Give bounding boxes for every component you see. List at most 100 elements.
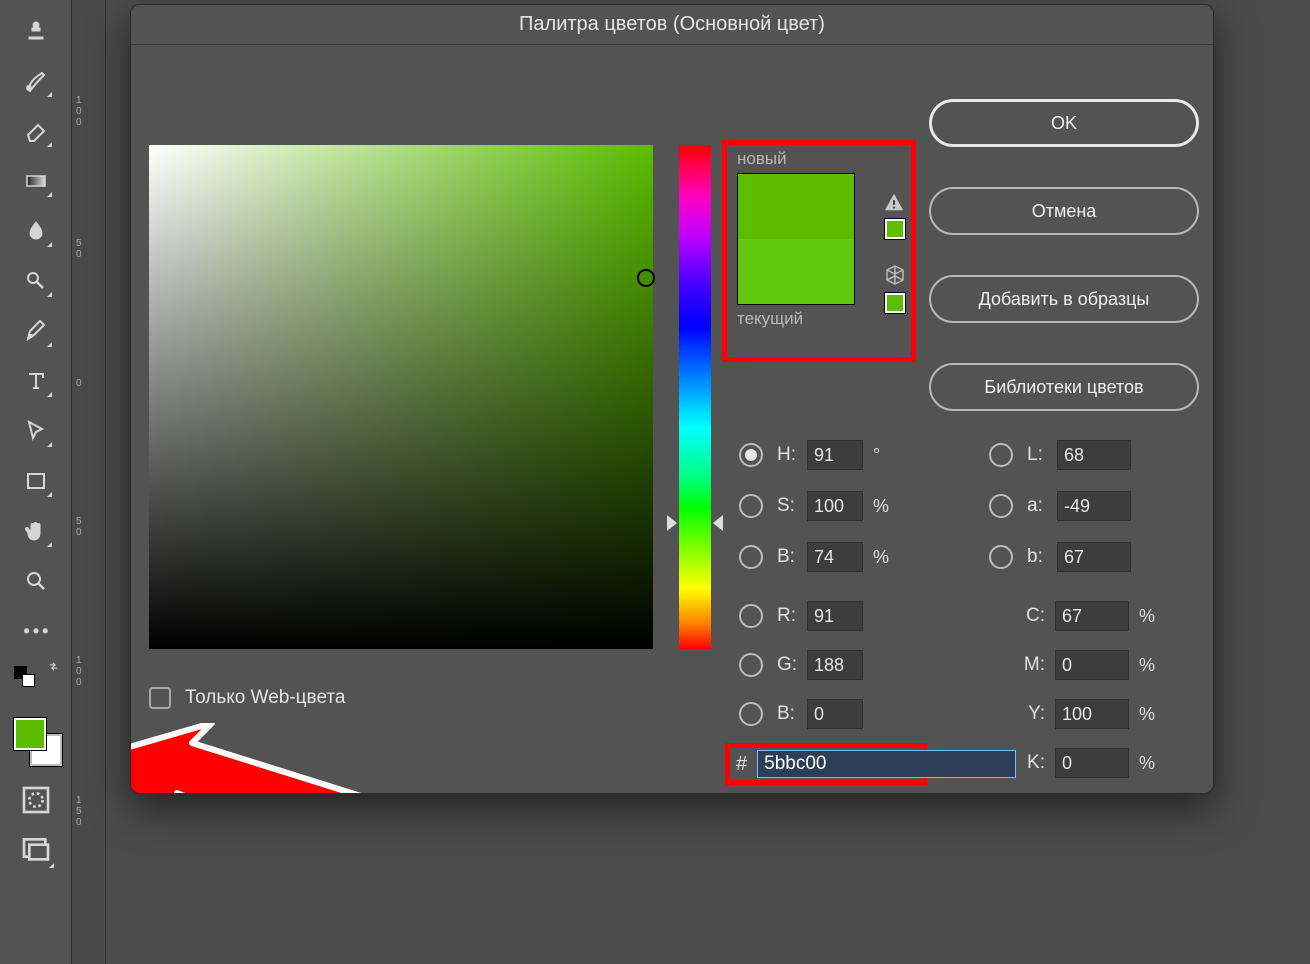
input-a[interactable] — [1057, 491, 1131, 521]
web-colors-only-checkbox[interactable] — [149, 687, 171, 709]
new-color-swatch[interactable] — [738, 174, 854, 239]
input-g[interactable] — [807, 650, 863, 680]
gamut-corrected-swatch[interactable] — [885, 219, 905, 239]
radio-a[interactable] — [989, 494, 1013, 518]
color-field[interactable] — [149, 145, 653, 649]
input-y[interactable] — [1055, 699, 1129, 729]
pen-tool[interactable] — [16, 311, 56, 351]
unit-y: % — [1139, 704, 1155, 725]
label-m: M: — [1011, 654, 1045, 676]
hsb-h-row: H: ° — [739, 440, 880, 470]
label-y: Y: — [1011, 703, 1045, 725]
cmyk-c-row: C: % — [1011, 601, 1155, 631]
unit-c: % — [1139, 606, 1155, 627]
hsb-s-row: S: % — [739, 491, 889, 521]
cmyk-m-row: M: % — [1011, 650, 1155, 680]
gradient-tool[interactable] — [16, 161, 56, 201]
input-r[interactable] — [807, 601, 863, 631]
foreground-background-swatch[interactable] — [10, 714, 62, 766]
screen-mode-icon[interactable] — [20, 834, 52, 866]
dodge-tool[interactable] — [16, 261, 56, 301]
blur-tool[interactable] — [16, 211, 56, 251]
not-web-safe-icon[interactable] — [883, 263, 907, 292]
ruler-tick: 1 0 0 — [76, 95, 82, 128]
rgb-g-row: G: — [739, 650, 863, 680]
label-g: G: — [777, 654, 807, 676]
new-current-highlight: новый текущий — [722, 140, 916, 362]
tools-panel: ••• — [0, 0, 72, 964]
hue-slider[interactable] — [679, 145, 711, 649]
add-to-swatches-button[interactable]: Добавить в образцы — [929, 275, 1199, 323]
radio-L[interactable] — [989, 443, 1013, 467]
label-bl: B: — [777, 703, 807, 725]
hsb-b-row: B: % — [739, 542, 889, 572]
label-lab-b: b: — [1027, 546, 1057, 568]
web-colors-only-label: Только Web-цвета — [185, 687, 345, 709]
type-tool[interactable] — [16, 361, 56, 401]
hex-highlight: # — [725, 743, 927, 785]
cancel-button[interactable]: Отмена — [929, 187, 1199, 235]
ruler-tick: 5 0 — [76, 516, 82, 538]
ruler-tick: 1 0 0 — [76, 655, 82, 688]
input-h[interactable] — [807, 440, 863, 470]
label-c: C: — [1011, 605, 1045, 627]
input-L[interactable] — [1057, 440, 1131, 470]
input-c[interactable] — [1055, 601, 1129, 631]
hex-hash: # — [736, 753, 747, 776]
ruler-tick: 5 0 — [76, 238, 82, 260]
input-b[interactable] — [807, 542, 863, 572]
input-bl[interactable] — [807, 699, 863, 729]
annotation-arrow — [130, 723, 477, 794]
stamp-tool[interactable] — [16, 11, 56, 51]
hue-slider-handle-right[interactable] — [713, 515, 723, 531]
unit-h: ° — [873, 445, 880, 466]
color-field-cursor[interactable] — [637, 269, 655, 287]
label-L: L: — [1027, 444, 1057, 466]
color-libraries-button[interactable]: Библиотеки цветов — [929, 363, 1199, 411]
color-picker-dialog: Палитра цветов (Основной цвет) новый тек… — [130, 4, 1214, 794]
history-brush-tool[interactable] — [16, 61, 56, 101]
unit-m: % — [1139, 655, 1155, 676]
eraser-tool[interactable] — [16, 111, 56, 151]
input-m[interactable] — [1055, 650, 1129, 680]
hand-tool[interactable] — [16, 511, 56, 551]
radio-h[interactable] — [739, 443, 763, 467]
label-h: H: — [777, 444, 807, 466]
new-color-label: новый — [737, 149, 911, 169]
input-lab-b[interactable] — [1057, 542, 1131, 572]
input-s[interactable] — [807, 491, 863, 521]
radio-g[interactable] — [739, 653, 763, 677]
rgb-r-row: R: — [739, 601, 863, 631]
swap-colors-icon[interactable] — [47, 660, 60, 673]
hue-slider-handle-left[interactable] — [667, 515, 677, 531]
unit-k: % — [1139, 753, 1155, 774]
lab-l-row: L: — [989, 440, 1131, 470]
label-s: S: — [777, 495, 807, 517]
radio-bl[interactable] — [739, 702, 763, 726]
vertical-ruler: 1 0 0 5 0 0 5 0 1 0 0 1 5 0 — [72, 0, 106, 964]
radio-lab-b[interactable] — [989, 545, 1013, 569]
radio-s[interactable] — [739, 494, 763, 518]
label-r: R: — [777, 605, 807, 627]
web-safe-swatch[interactable] — [885, 293, 905, 313]
quick-mask-icon[interactable] — [20, 784, 52, 816]
ruler-tick: 1 5 0 — [76, 795, 82, 828]
current-color-swatch[interactable] — [738, 239, 854, 304]
zoom-tool[interactable] — [16, 561, 56, 601]
ok-button[interactable]: OK — [929, 99, 1199, 147]
radio-b[interactable] — [739, 545, 763, 569]
radio-r[interactable] — [739, 604, 763, 628]
rectangle-tool[interactable] — [16, 461, 56, 501]
cmyk-y-row: Y: % — [1011, 699, 1155, 729]
default-colors-icon[interactable] — [12, 660, 60, 708]
web-colors-only-row: Только Web-цвета — [149, 687, 345, 709]
foreground-color-swatch[interactable] — [14, 718, 46, 750]
ruler-tick: 0 — [76, 378, 82, 389]
rgb-bl-row: B: — [739, 699, 863, 729]
hex-input[interactable] — [757, 750, 1016, 778]
gamut-warning-icon[interactable] — [883, 191, 905, 218]
edit-toolbar-button[interactable]: ••• — [16, 611, 56, 651]
lab-a-row: a: — [989, 491, 1131, 521]
input-k[interactable] — [1055, 748, 1129, 778]
path-selection-tool[interactable] — [16, 411, 56, 451]
